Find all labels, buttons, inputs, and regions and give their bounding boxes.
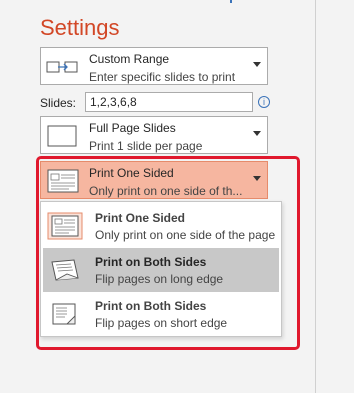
annotation-highlight-box [36, 156, 300, 350]
top-accent-mark [230, 0, 232, 3]
print-layout-subtitle: Print 1 slide per page [89, 139, 203, 153]
custom-range-icon [46, 61, 78, 73]
print-layout-title: Full Page Slides [89, 121, 176, 135]
slides-label: Slides: [40, 96, 77, 110]
print-range-title: Custom Range [89, 52, 170, 66]
print-range-dropdown[interactable]: Custom Range Enter specific slides to pr… [40, 47, 268, 85]
settings-title: Settings [40, 15, 120, 40]
slides-input[interactable]: 1,2,3,6,8 [85, 92, 253, 112]
print-range-subtitle: Enter specific slides to print [89, 70, 236, 84]
chevron-down-icon [253, 62, 261, 67]
chevron-down-icon [253, 131, 261, 136]
full-page-slide-icon [47, 125, 77, 147]
panel-divider [315, 0, 316, 393]
print-layout-dropdown[interactable]: Full Page Slides Print 1 slide per page [40, 116, 268, 154]
info-icon[interactable]: i [258, 96, 270, 108]
